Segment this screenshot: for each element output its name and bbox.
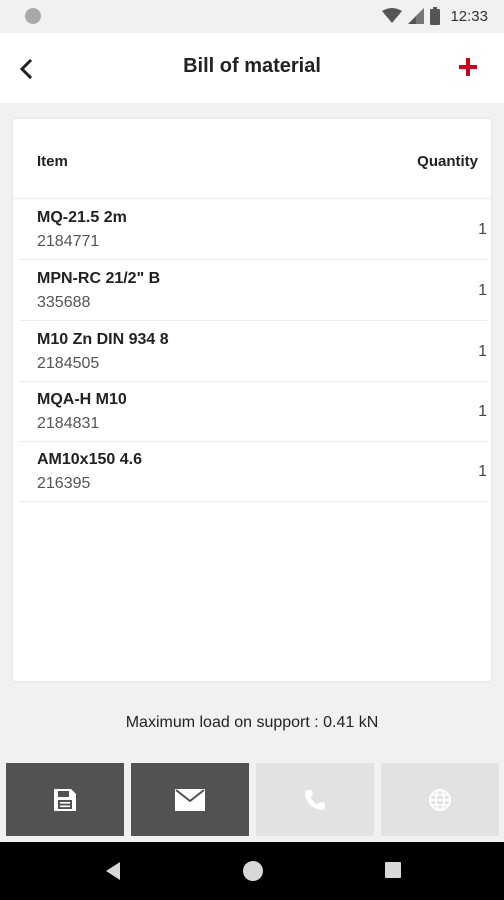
email-button[interactable] — [131, 763, 249, 836]
table-header: Item Quantity — [13, 119, 493, 199]
system-nav-bar — [0, 842, 504, 900]
bill-of-material-card: Item Quantity MQ-21.5 2m 2184771 1 MPN-R… — [12, 118, 493, 682]
notification-dot-icon — [25, 8, 41, 24]
item-quantity: 1 — [478, 343, 487, 360]
globe-icon — [428, 788, 452, 811]
item-quantity: 1 — [478, 463, 487, 480]
call-button[interactable] — [256, 763, 374, 836]
mail-icon — [175, 788, 205, 811]
column-header-quantity: Quantity — [417, 153, 478, 170]
website-button[interactable] — [381, 763, 499, 836]
plus-icon — [459, 58, 477, 76]
item-quantity: 1 — [478, 403, 487, 420]
nav-home-icon[interactable] — [243, 861, 263, 881]
item-code: 2184505 — [37, 355, 100, 372]
status-icons: 12:33 — [382, 6, 488, 26]
nav-back-icon[interactable] — [104, 861, 122, 881]
signal-icon — [408, 8, 425, 24]
item-name: AM10x150 4.6 — [37, 451, 142, 468]
action-bar — [6, 763, 500, 836]
item-name: MQ-21.5 2m — [37, 209, 127, 226]
table-row[interactable]: MQ-21.5 2m 2184771 1 — [19, 199, 487, 260]
item-code: 2184831 — [37, 415, 100, 432]
app-bar: Bill of material — [0, 33, 504, 103]
status-bar: 12:33 — [0, 0, 504, 33]
battery-icon — [430, 7, 441, 25]
table-row[interactable]: MQA-H M10 2184831 1 — [19, 381, 487, 442]
item-code: 2184771 — [37, 233, 100, 250]
item-quantity: 1 — [478, 221, 487, 238]
status-time: 12:33 — [450, 7, 488, 25]
save-icon — [54, 788, 76, 811]
table-row[interactable]: M10 Zn DIN 934 8 2184505 1 — [19, 321, 487, 382]
item-quantity: 1 — [478, 282, 487, 299]
save-button[interactable] — [6, 763, 124, 836]
max-load-text: Maximum load on support : 0.41 kN — [125, 714, 379, 731]
page-title: Bill of material — [183, 55, 321, 77]
item-name: M10 Zn DIN 934 8 — [37, 331, 169, 348]
item-code: 216395 — [37, 475, 91, 492]
phone-icon — [305, 789, 325, 810]
column-header-item: Item — [37, 153, 68, 170]
table-row[interactable]: AM10x150 4.6 216395 1 — [19, 441, 487, 502]
nav-recent-apps-icon[interactable] — [385, 862, 401, 878]
item-name: MPN-RC 21/2" B — [37, 270, 161, 287]
table-row[interactable]: MPN-RC 21/2" B 335688 1 — [19, 260, 487, 321]
item-code: 335688 — [37, 294, 91, 311]
wifi-icon — [382, 8, 403, 23]
item-name: MQA-H M10 — [37, 391, 127, 408]
add-button[interactable] — [452, 51, 484, 83]
